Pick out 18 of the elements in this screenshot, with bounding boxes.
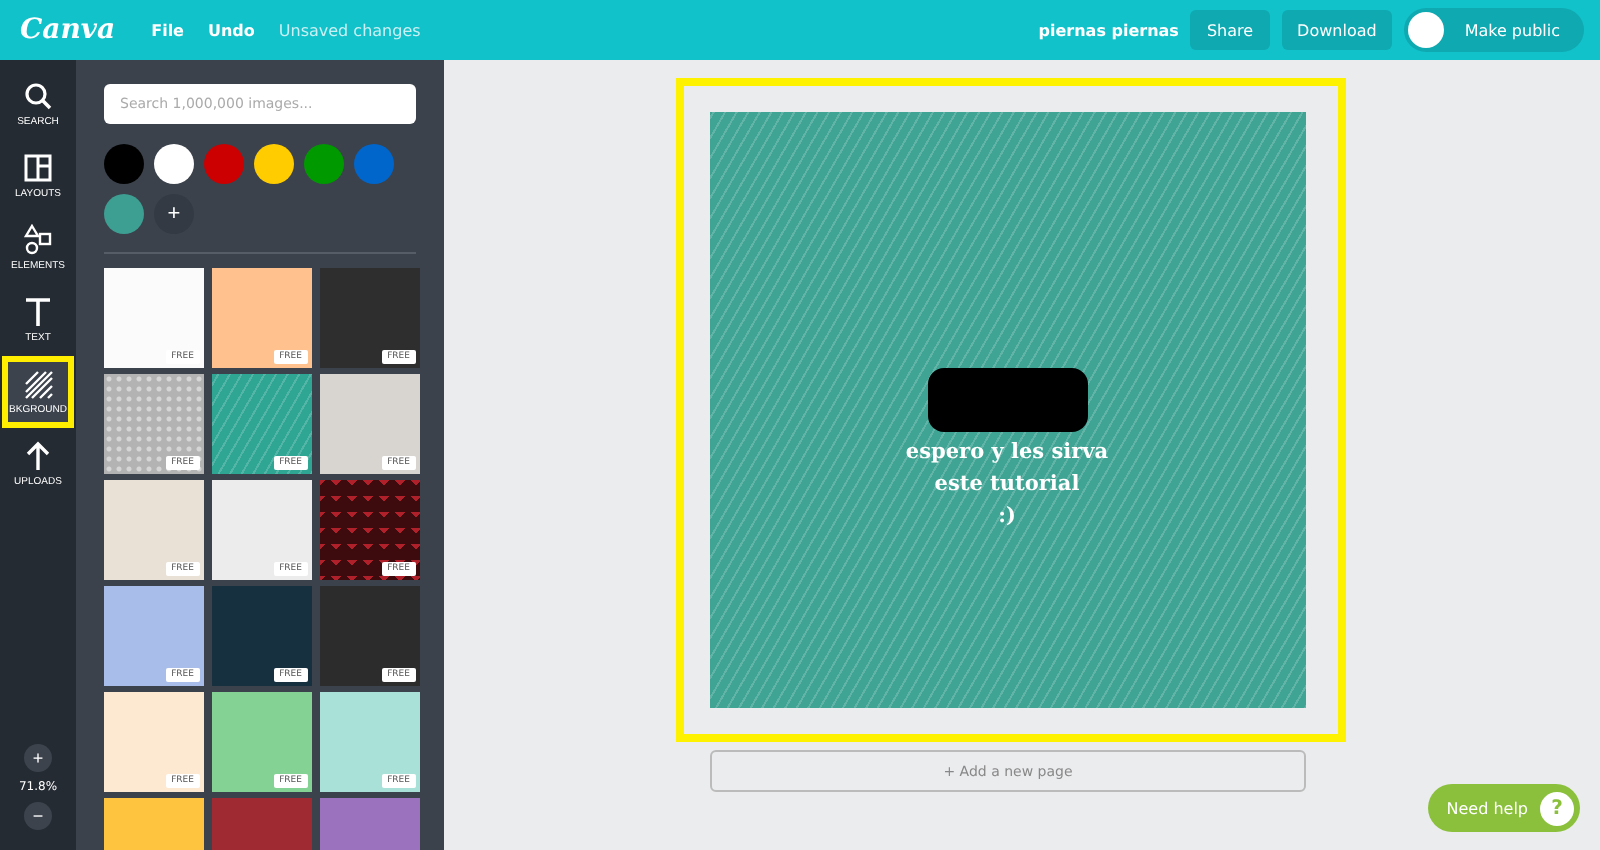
color-swatch[interactable] (304, 144, 344, 184)
layout-icon (22, 152, 54, 184)
zoom-in-button[interactable]: + (24, 744, 52, 772)
color-swatch[interactable] (154, 144, 194, 184)
up-arrow-icon (22, 440, 54, 472)
shapes-icon (22, 224, 54, 256)
help-icon: ? (1540, 791, 1574, 825)
search-icon (22, 80, 54, 112)
color-swatch[interactable] (104, 194, 144, 234)
stripes-icon (22, 368, 54, 400)
color-swatch[interactable] (104, 144, 144, 184)
save-status: Unsaved changes (278, 21, 421, 39)
text-icon (22, 296, 54, 328)
color-swatch[interactable] (204, 144, 244, 184)
color-swatch[interactable] (354, 144, 394, 184)
color-swatch[interactable] (254, 144, 294, 184)
add-color-button[interactable]: + (154, 194, 194, 234)
zoom-out-button[interactable]: − (24, 802, 52, 830)
